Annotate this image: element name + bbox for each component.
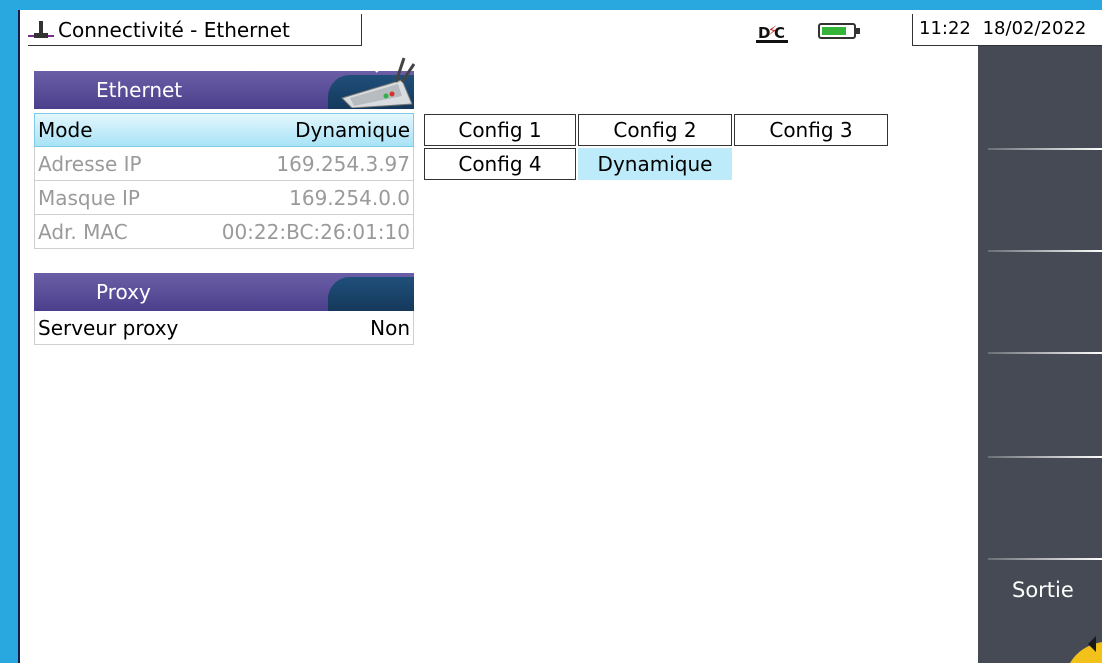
window-frame-top (0, 0, 1102, 10)
row-proxy-server-label: Serveur proxy (38, 315, 179, 340)
row-proxy-server-value: Non (370, 315, 410, 340)
side-key-5[interactable] (978, 458, 1102, 560)
proxy-panel-header: Proxy (34, 273, 414, 311)
proxy-panel-title: Proxy (96, 280, 151, 304)
row-mode[interactable]: Mode Dynamique (34, 113, 414, 147)
row-ip-mask-value: 169.254.0.0 (289, 185, 410, 210)
row-mac-address-label: Adr. MAC (38, 219, 128, 244)
clock-time: 11:22 (919, 18, 971, 39)
ethernet-panel-title: Ethernet (96, 78, 183, 102)
exit-button-label: Sortie (1012, 578, 1074, 602)
back-arrow-icon (1070, 636, 1102, 663)
window-frame-left (0, 0, 18, 663)
clock-date: 18/02/2022 (982, 18, 1087, 39)
window-frame-edge (18, 10, 20, 663)
row-ip-address-value: 169.254.3.97 (276, 151, 410, 176)
side-key-2[interactable] (978, 150, 1102, 252)
mode-option-config-3[interactable]: Config 3 (734, 114, 888, 146)
side-key-4[interactable] (978, 354, 1102, 456)
row-proxy-server[interactable]: Serveur proxy Non (34, 311, 414, 345)
side-key-1[interactable] (978, 46, 1102, 148)
mode-option-dynamique[interactable]: Dynamique (578, 148, 732, 180)
row-ip-address-label: Adresse IP (38, 151, 142, 176)
clock: 11:22 18/02/2022 (912, 14, 1102, 46)
side-menu: Sortie (978, 46, 1102, 663)
row-ip-mask-label: Masque IP (38, 185, 140, 210)
row-ip-mask: Masque IP 169.254.0.0 (34, 181, 414, 215)
mode-option-config-4[interactable]: Config 4 (424, 148, 576, 180)
proxy-panel-tab (328, 277, 414, 311)
dc-power-icon: D ⚡ C (756, 24, 790, 43)
row-mac-address-value: 00:22:BC:26:01:10 (221, 219, 410, 244)
mode-option-config-1[interactable]: Config 1 (424, 114, 576, 146)
row-mode-value: Dynamique (295, 118, 410, 142)
title-bar: Connectivité - Ethernet (28, 14, 362, 46)
router-icon (341, 57, 416, 108)
row-mac-address: Adr. MAC 00:22:BC:26:01:10 (34, 215, 414, 249)
ethernet-network-icon (28, 19, 54, 41)
side-key-3[interactable] (978, 252, 1102, 354)
battery-icon (818, 23, 860, 39)
row-mode-label: Mode (38, 118, 93, 142)
page-title: Connectivité - Ethernet (58, 17, 290, 42)
mode-option-config-2[interactable]: Config 2 (578, 114, 732, 146)
row-ip-address: Adresse IP 169.254.3.97 (34, 147, 414, 181)
